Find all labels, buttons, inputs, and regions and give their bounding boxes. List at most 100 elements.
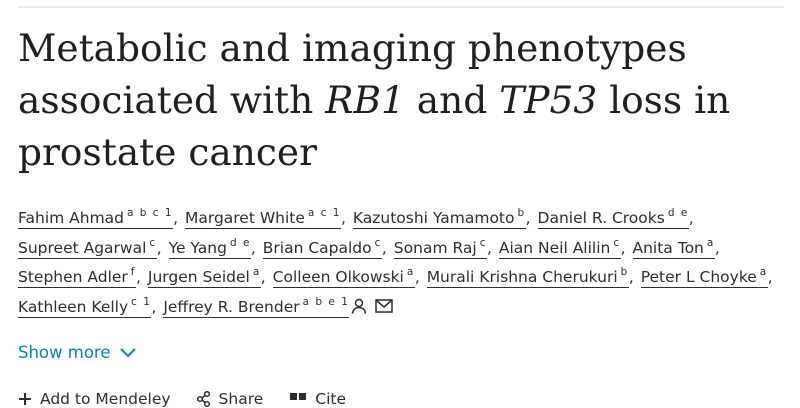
author-separator: , [250,238,256,257]
article-title: Metabolic and imaging phenotypes associa… [18,22,778,178]
show-more-button[interactable]: Show more [18,343,137,362]
author-link[interactable]: Ye Yang d e [168,237,251,259]
author-affiliation: b [620,266,629,278]
author-item: Aian Neil Alilin c, [498,236,628,259]
author-separator: , [381,238,387,257]
author-link[interactable]: Fahim Ahmad a b c 1 [18,207,174,229]
author-name: Kathleen Kelly [18,297,129,316]
author-link[interactable]: Brian Capaldo c [262,236,382,259]
article-title-part: and [404,78,500,122]
author-link[interactable]: Jurgen Seidel a [147,266,261,288]
article-title-part: RB1 [325,78,405,122]
author-separator: , [136,268,141,286]
author-name: Peter L Choyke [640,268,757,286]
author-item: Fahim Ahmad a b c 1, [18,207,180,229]
author-affiliation: c [613,236,621,249]
author-item: Kathleen Kelly c 1, [18,295,158,318]
author-separator: , [628,268,634,286]
quote-icon [290,393,307,400]
add-to-mendeley-label: Add to Mendeley [40,390,171,408]
author-separator: , [156,238,162,257]
author-item: Stephen Adler f, [18,267,143,288]
author-affiliation: c [479,236,487,249]
author-item: Ye Yang d e, [168,237,258,259]
corresponding-author-icons [351,298,394,314]
author-item: Kazutoshi Yamamoto b, [352,207,533,229]
person-icon[interactable] [351,298,367,314]
author-link[interactable]: Supreet Agarwal c [18,236,157,259]
share-label: Share [218,390,264,408]
plus-icon [19,393,31,405]
author-affiliation: c [374,236,382,249]
author-name: Ye Yang [168,238,227,257]
author-affiliation: a [759,266,768,278]
author-separator: , [525,209,531,227]
author-item: Brian Capaldo c, [262,236,389,259]
author-name: Margaret White [184,209,305,227]
author-affiliation: a b c 1 [127,207,174,219]
author-affiliation: a [406,266,415,278]
author-separator: , [714,238,720,257]
author-name: Fahim Ahmad [18,209,125,227]
author-name: Jurgen Seidel [147,268,250,286]
author-link[interactable]: Margaret White a c 1 [184,207,341,229]
top-divider [18,6,784,8]
author-affiliation: b [517,207,526,219]
author-item: Supreet Agarwal c, [18,236,164,259]
author-name: Supreet Agarwal [18,238,147,257]
cite-button[interactable]: Cite [289,390,346,408]
envelope-icon[interactable] [375,298,394,313]
author-item: Sonam Raj c, [393,236,494,259]
author-item: Anita Ton a, [632,236,722,259]
author-link[interactable]: Aian Neil Alilin c [498,236,621,259]
author-separator: , [767,268,773,286]
author-separator: , [688,209,694,227]
author-item: Jeffrey R. Brender a b e 1 [163,295,394,318]
author-separator: , [620,238,626,257]
author-link[interactable]: Anita Ton a [632,236,715,259]
author-link[interactable]: Stephen Adler f [18,267,136,288]
add-to-mendeley-button[interactable]: Add to Mendeley [18,390,171,408]
author-link[interactable]: Murali Krishna Cherukuri b [426,266,629,288]
author-affiliation: a c 1 [307,207,341,219]
author-name: Sonam Raj [393,238,477,257]
author-item: Murali Krishna Cherukuri b, [426,266,636,288]
cite-label: Cite [315,390,347,408]
author-affiliation: a b e 1 [302,295,350,308]
author-separator: , [260,268,266,286]
show-more-label: Show more [18,343,111,362]
author-link[interactable]: Daniel R. Crooks d e [537,207,689,229]
author-link[interactable]: Sonam Raj c [393,236,487,259]
author-name: Murali Krishna Cherukuri [426,268,618,286]
author-name: Stephen Adler [18,268,128,286]
share-icon [196,391,210,407]
author-name: Brian Capaldo [262,238,372,257]
article-actions: Add to Mendeley Share Cite [18,390,346,408]
author-name: Jeffrey R. Brender [163,297,300,316]
article-title-part: TP53 [499,78,598,122]
author-affiliation: d e [667,207,689,219]
author-separator: , [173,209,179,227]
author-link[interactable]: Peter L Choyke a [640,266,768,288]
author-name: Colleen Olkowski [272,268,404,286]
author-affiliation: a [252,266,261,278]
author-separator: , [414,268,420,286]
author-item: Jurgen Seidel a, [147,266,268,288]
author-item: Peter L Choyke a, [640,266,775,288]
author-item: Colleen Olkowski a, [272,266,422,288]
author-name: Aian Neil Alilin [498,238,611,257]
chevron-down-icon [119,347,136,357]
author-affiliation: c 1 [131,295,152,308]
author-name: Kazutoshi Yamamoto [352,209,515,227]
share-button[interactable]: Share [196,390,264,408]
author-separator: , [486,238,492,257]
author-item: Margaret White a c 1, [184,207,348,229]
author-separator: , [341,209,346,227]
author-affiliation: a [706,236,715,249]
author-link[interactable]: Colleen Olkowski a [272,266,415,288]
author-item: Daniel R. Crooks d e, [537,207,696,229]
author-link[interactable]: Kazutoshi Yamamoto b [352,207,526,229]
author-link[interactable]: Kathleen Kelly c 1 [18,295,152,318]
author-affiliation: c [149,236,157,249]
author-link[interactable]: Jeffrey R. Brender a b e 1 [163,295,350,318]
